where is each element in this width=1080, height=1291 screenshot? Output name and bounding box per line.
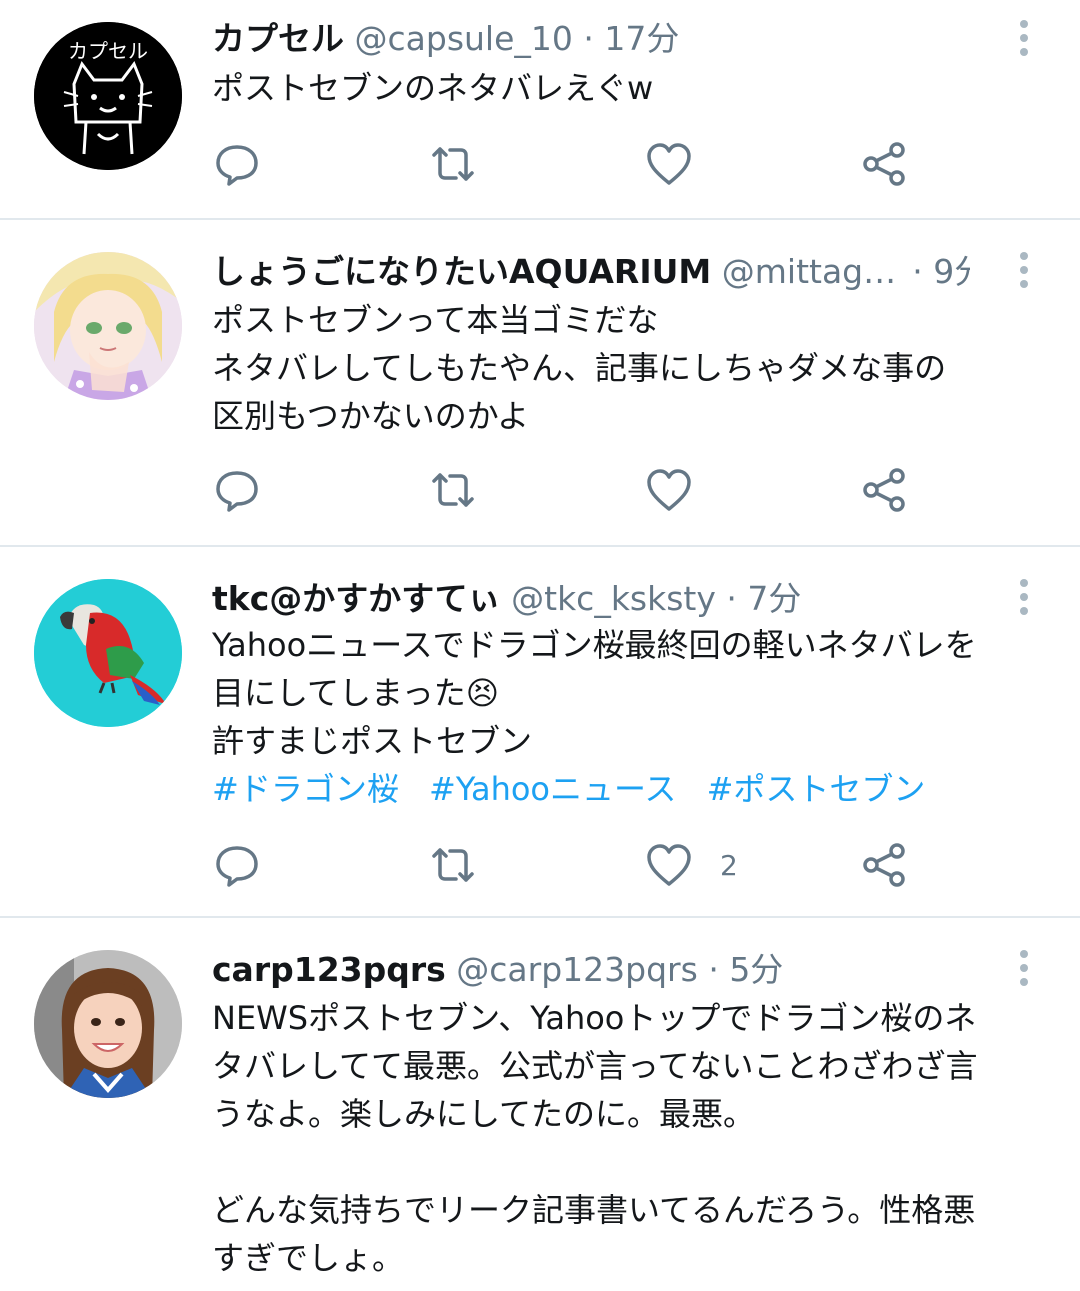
reply-icon xyxy=(216,145,258,186)
tweet-header: carp123pqrs @carp123pqrs · 5分 xyxy=(212,948,970,992)
display-name[interactable]: カプセル xyxy=(212,19,344,58)
reply-button[interactable] xyxy=(212,134,262,194)
like-icon xyxy=(647,844,691,886)
tweet-text: Yahooニュースでドラゴン桜最終回の軽いネタバレを 目にしてしまった😣 許すま… xyxy=(212,621,1058,765)
avatar[interactable] xyxy=(34,252,182,400)
reply-button[interactable] xyxy=(212,460,262,520)
tweet-text: NEWSポストセブン、Yahooトップでドラゴン桜のネ タバレしてて最悪。公式が… xyxy=(212,999,978,1277)
share-icon xyxy=(863,142,905,186)
display-name[interactable]: tkc@かすかすてぃ xyxy=(212,579,501,618)
action-bar xyxy=(0,134,1080,194)
retweet-button[interactable] xyxy=(426,835,480,895)
retweet-icon xyxy=(432,473,474,507)
avatar-caption: カプセル xyxy=(68,39,148,63)
reply-icon xyxy=(216,471,258,512)
like-icon xyxy=(647,143,691,185)
timestamp[interactable]: 5分 xyxy=(729,950,783,989)
timestamp[interactable]: 17分 xyxy=(604,19,679,58)
tweet-text: ポストセブンのネタバレえぐw xyxy=(212,69,654,107)
like-button[interactable]: 2 xyxy=(644,835,738,895)
tweet-header: カプセル @capsule_10 · 17分 xyxy=(212,17,970,61)
handle[interactable]: @carp123pqrs xyxy=(456,950,698,989)
share-button[interactable] xyxy=(860,835,910,895)
tweet-text-line: 許すまじポストセブン xyxy=(212,722,533,760)
reply-button[interactable] xyxy=(212,835,262,895)
handle[interactable]: @mittag0… xyxy=(722,250,902,294)
like-button[interactable] xyxy=(644,134,720,194)
separator-dot: · xyxy=(912,252,923,291)
share-icon xyxy=(863,468,905,512)
more-options-icon[interactable] xyxy=(1008,248,1042,292)
tweet-text: ポストセブンって本当ゴミだな ネタバレしてしもたやん、記事にしちゃダメな事の 区… xyxy=(212,301,947,435)
separator-dot: · xyxy=(583,19,594,58)
tweet-header: しょうごになりたいAQUARIUM @mittag0… · 9分 xyxy=(212,250,970,294)
tweet[interactable]: carp123pqrs @carp123pqrs · 5分 NEWSポストセブン… xyxy=(0,918,1080,1291)
handle[interactable]: @capsule_10 xyxy=(355,19,573,58)
display-name[interactable]: carp123pqrs xyxy=(212,950,446,989)
hashtags: #ドラゴン桜 #Yahooニュース #ポストセブン xyxy=(212,765,945,813)
handle[interactable]: @tkc_kskstу xyxy=(511,579,716,618)
avatar-image xyxy=(34,252,182,400)
retweet-button[interactable] xyxy=(426,134,480,194)
avatar-image xyxy=(34,950,182,1098)
separator-dot: · xyxy=(708,950,719,989)
retweet-icon xyxy=(432,147,474,181)
tweet[interactable]: tkc@かすかすてぃ @tkc_kskstу · 7分 Yahooニュースでドラ… xyxy=(0,547,1080,917)
more-options-icon[interactable] xyxy=(1008,946,1042,990)
avatar[interactable] xyxy=(34,579,182,727)
like-count: 2 xyxy=(720,848,738,882)
timestamp[interactable]: 9分 xyxy=(933,252,970,291)
hashtag-link[interactable]: #ドラゴン桜 xyxy=(212,770,399,808)
tweet-header: tkc@かすかすてぃ @tkc_kskstу · 7分 xyxy=(212,577,970,621)
action-bar: 2 xyxy=(0,835,1080,895)
tweet-text-line: 目にしてしまった😣 xyxy=(212,674,500,712)
action-bar xyxy=(0,460,1080,520)
separator-dot: · xyxy=(726,579,737,618)
tweet-text-line: Yahooニュースでドラゴン桜最終回の軽いネタバレを xyxy=(212,626,977,664)
retweet-button[interactable] xyxy=(426,460,480,520)
like-button[interactable] xyxy=(644,460,720,520)
reply-icon xyxy=(216,846,258,887)
like-icon xyxy=(647,469,691,511)
timeline: カプセル カプセル @capsule_10 · 17分 ポストセブンのネタバレえ… xyxy=(0,0,1080,1291)
more-options-icon[interactable] xyxy=(1008,575,1042,619)
tweet[interactable]: カプセル カプセル @capsule_10 · 17分 ポストセブンのネタバレえ… xyxy=(0,0,1080,220)
more-options-icon[interactable] xyxy=(1008,16,1042,60)
share-button[interactable] xyxy=(860,134,910,194)
retweet-icon xyxy=(432,848,474,882)
avatar-image xyxy=(34,579,182,727)
timestamp[interactable]: 7分 xyxy=(747,579,801,618)
hashtag-link[interactable]: #Yahooニュース xyxy=(429,770,676,808)
share-button[interactable] xyxy=(860,460,910,520)
display-name[interactable]: しょうごになりたいAQUARIUM xyxy=(212,252,711,291)
tweet[interactable]: しょうごになりたいAQUARIUM @mittag0… · 9分 ポストセブンっ… xyxy=(0,220,1080,546)
hashtag-link[interactable]: #ポストセブン xyxy=(707,770,926,808)
avatar[interactable] xyxy=(34,950,182,1098)
share-icon xyxy=(863,843,905,887)
